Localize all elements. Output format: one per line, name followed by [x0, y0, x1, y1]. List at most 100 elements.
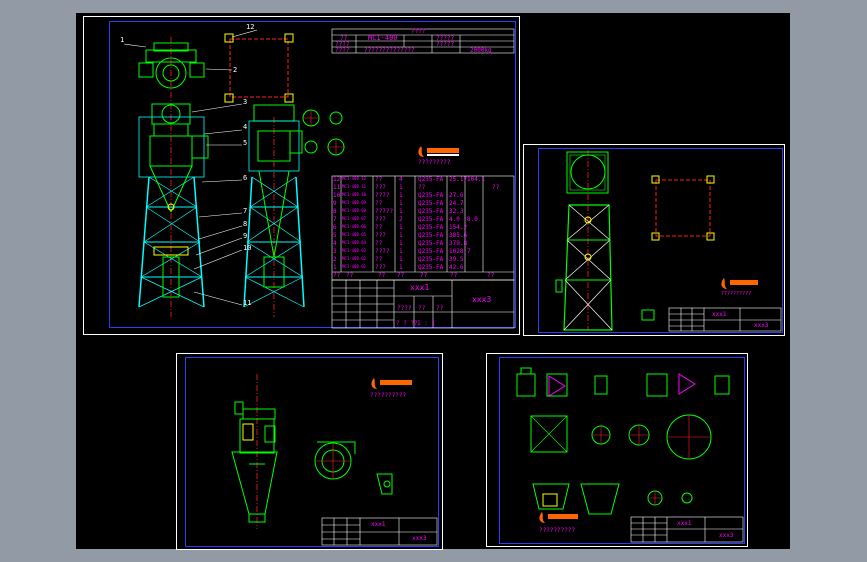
parts-list-row: 6 MC1-400-06?? 1 Q235-FA 154.2 [332, 224, 514, 232]
parts-cell-w1: 25.17 [449, 176, 468, 183]
parts-cell-no: 2 [333, 256, 337, 263]
parts-list-row: 9 MC1-400-09?? 1 Q235-FA 24.7 [332, 200, 514, 208]
parts-cell-code: MC1-400-02 [342, 256, 367, 261]
title-block-cell: ???? [335, 47, 350, 54]
parts-cell-qty: 1 [399, 224, 403, 231]
parts-cell-mat: Q235-FA [418, 216, 444, 223]
title-block-cell: ????? [436, 41, 455, 48]
parts-cell-mat: Q235-FA [418, 224, 444, 231]
name-block-cell: ???? [397, 305, 412, 312]
logo-caption: ????????? [418, 159, 451, 166]
parts-cell-code: MC1-400-09 [342, 200, 367, 205]
balloon: 11 [243, 299, 252, 307]
parts-cell-mat: Q235-FA [418, 232, 444, 239]
tower-drawing [555, 150, 782, 332]
parts-cell-no: 3 [333, 248, 337, 255]
parts-cell-mat: Q235-FA [418, 256, 444, 263]
sheet-cyclone[interactable]: ?????????? xxx1 xxx3 [176, 353, 443, 550]
parts-cell-name: ??? [375, 184, 386, 191]
parts-cell-code: MC1-400-07 [342, 216, 367, 221]
name-block-cell: ?? [436, 305, 444, 312]
parts-list: 12 MC1-400-12?? 4 Q235-FA 25.17 104.1 11 MC1-40… [332, 176, 514, 272]
parts-cell-no: 8 [333, 208, 337, 215]
parts-cell-code: MC1-400-11 [342, 184, 367, 189]
parts-cell-mat: Q235-FA [418, 264, 444, 271]
parts-cell-w1: 27.6 [449, 192, 464, 199]
balloon: 4 [243, 123, 248, 131]
drawing-name: xxx1 [371, 521, 386, 528]
parts-cell-w2: 104.1 [467, 176, 486, 183]
parts-cell-mat: Q235-FA [418, 200, 444, 207]
drawing-number: xxx3 [754, 322, 769, 329]
parts-cell-name: ???? [375, 192, 390, 199]
drawing-canvas[interactable]: 1 2 3 4 5 6 7 8 9 10 11 12 ????????? ???… [76, 13, 790, 550]
drawing-number: xxx3 [472, 295, 492, 304]
parts-cell-qty: 4 [399, 176, 403, 183]
parts-cell-no: 7 [333, 216, 337, 223]
parts-cell-qty: 1 [399, 208, 403, 215]
drawing-number: xxx3 [719, 532, 734, 539]
parts-cell-mat: Q235-FA [418, 208, 444, 215]
balloon: 6 [243, 174, 248, 182]
parts-cell-w1: 24.7 [449, 200, 464, 207]
parts-cell-name: ???? [375, 248, 390, 255]
logo-caption: ?????????? [539, 527, 576, 534]
sheet-details[interactable]: ?????????? xxx1 xxx3 [486, 353, 748, 547]
parts-cell-no: 9 [333, 200, 337, 207]
parts-cell-w2: 8.0 [467, 216, 478, 223]
parts-cell-qty: 1 [399, 232, 403, 239]
parts-list-row: 1 MC1-400-01??? 1 Q235-FA 42.6 [332, 264, 514, 272]
parts-cell-name: ?? [375, 256, 383, 263]
balloon: 1 [120, 36, 125, 44]
parts-cell-code: MC1-400-03 [342, 248, 367, 253]
parts-cell-w1: 39.5 [449, 256, 464, 263]
sheet-tower[interactable]: ?????????? xxx1 xxx3 [523, 144, 785, 336]
parts-cell-mat: Q235-FA [418, 248, 444, 255]
parts-cell-no: 12 [333, 176, 341, 183]
parts-cell-qty: 1 [399, 248, 403, 255]
parts-cell-code: MC1-400-04 [342, 240, 367, 245]
drawing-name: xxx1 [677, 520, 692, 527]
parts-list-row: 11 MC1-400-11??? 1???? [332, 184, 514, 192]
parts-cell-name: ?? [375, 176, 383, 183]
parts-cell-w1: 1028.7 [449, 248, 471, 255]
parts-cell-w1: 42.6 [449, 264, 464, 271]
header-cell: ?? [378, 272, 386, 279]
balloon: 5 [243, 139, 248, 147]
cyclone-drawing [231, 374, 438, 546]
parts-list-row: 8 MC1-400-08????? 1 Q235-FA 32.3 [332, 208, 514, 216]
name-block-cell: ?? [418, 305, 426, 312]
parts-cell-qty: 1 [399, 240, 403, 247]
header-cell: ?? [487, 272, 495, 279]
title-block-model: MC1-400 [368, 34, 398, 42]
drawing-name: xxx1 [712, 311, 727, 318]
parts-cell-mat: Q235-FA [418, 176, 444, 183]
parts-list-row: 7 MC1-400-07??? 2 Q235-FA 4.0 8.0 [332, 216, 514, 224]
parts-cell-w1: 32.3 [449, 208, 464, 215]
sheet-assembly[interactable]: 1 2 3 4 5 6 7 8 9 10 11 12 ????????? ???… [83, 16, 520, 335]
parts-cell-code: MC1-400-12 [342, 176, 367, 181]
title-block-cell: ???? [411, 28, 426, 35]
parts-cell-w1: 154.2 [449, 224, 468, 231]
parts-list-row: 12 MC1-400-12?? 4 Q235-FA 25.17 104.1 [332, 176, 514, 184]
parts-cell-note: ?? [492, 184, 500, 191]
header-cell: ?? [346, 272, 354, 279]
title-block-weight: 2000kg [470, 47, 492, 54]
parts-cell-name: ?? [375, 200, 383, 207]
details-drawing [516, 367, 744, 543]
scale-cell: 1 : 1 [417, 320, 436, 327]
balloon: 9 [243, 232, 248, 240]
header-cell: ?? [397, 272, 405, 279]
parts-cell-qty: 1 [399, 256, 403, 263]
parts-cell-code: MC1-400-05 [342, 232, 367, 237]
parts-cell-w1: 4.0 [449, 216, 460, 223]
parts-cell-name: ??? [375, 216, 386, 223]
parts-cell-qty: 2 [399, 216, 403, 223]
balloon: 2 [233, 66, 238, 74]
parts-cell-w1: 385.6 [449, 232, 468, 239]
parts-list-row: 3 MC1-400-03???? 1 Q235-FA 1028.7 [332, 248, 514, 256]
parts-cell-name: ??? [375, 264, 386, 271]
parts-cell-qty: 1 [399, 200, 403, 207]
header-cell: ?? [333, 272, 341, 279]
parts-cell-code: MC1-400-08 [342, 208, 367, 213]
